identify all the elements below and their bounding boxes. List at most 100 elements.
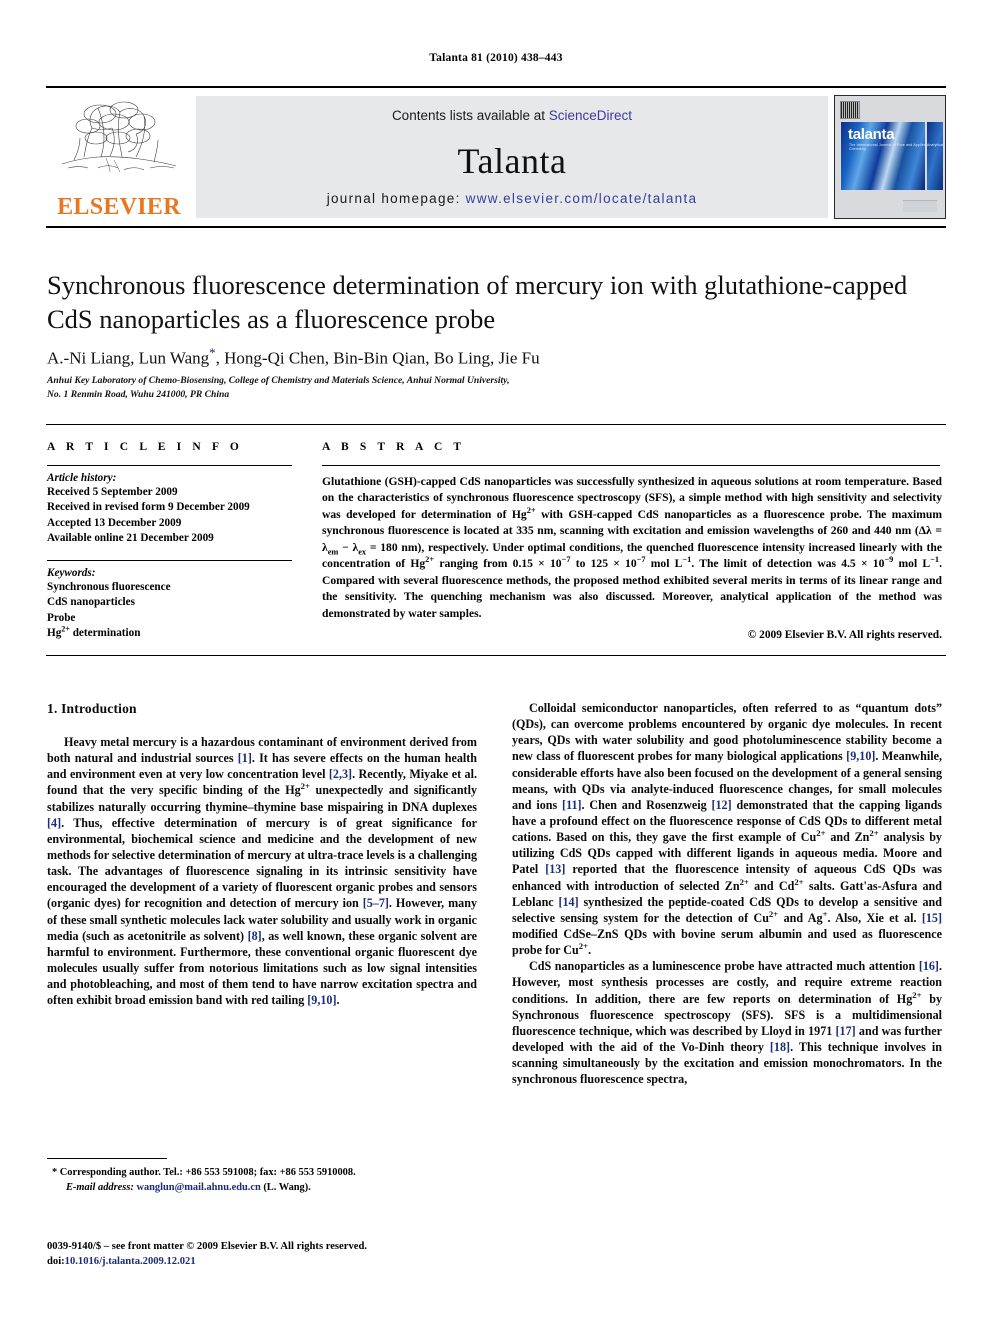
cover-journal-title: talanta bbox=[848, 126, 895, 143]
article-info-heading: A R T I C L E I N F O bbox=[47, 441, 243, 453]
email-suffix: (L. Wang). bbox=[260, 1181, 311, 1193]
right-sup-cu2: 2+ bbox=[768, 908, 779, 919]
article-history-label: Article history: bbox=[47, 472, 117, 484]
abstract-column: A B S T R A C T Glutathione (GSH)-capped… bbox=[322, 441, 942, 641]
paragraph-right-1: Colloidal semiconductor nanoparticles, o… bbox=[512, 700, 942, 958]
abstract-sup-1: 2+ bbox=[526, 506, 536, 516]
keyword-4-prefix: Hg bbox=[47, 627, 62, 640]
citation-8[interactable]: [8] bbox=[248, 929, 262, 943]
body-column-right: Colloidal semiconductor nanoparticles, o… bbox=[512, 700, 942, 1087]
keywords-rule bbox=[47, 559, 292, 561]
citation-2-3[interactable]: [2,3] bbox=[329, 767, 352, 781]
right-sup-cu3: 2+ bbox=[578, 941, 589, 952]
abstract-sup-6: −9 bbox=[884, 555, 894, 565]
abstract-sup-5: −1 bbox=[682, 555, 692, 565]
article-info-column: A R T I C L E I N F O Article history: R… bbox=[47, 441, 292, 642]
keyword-4-suffix: determination bbox=[69, 627, 141, 640]
abstract-heading: A B S T R A C T bbox=[322, 441, 466, 453]
email-label: E-mail address: bbox=[66, 1181, 134, 1193]
elsevier-tree-icon bbox=[61, 101, 177, 173]
left-sup-hg: 2+ bbox=[300, 781, 310, 792]
keyword-4: Hg2+ determination bbox=[47, 624, 292, 641]
right-seg-e: and Zn bbox=[825, 830, 870, 845]
abstract-copyright: © 2009 Elsevier B.V. All rights reserved… bbox=[747, 629, 942, 642]
right-sup-cd: 2+ bbox=[794, 876, 804, 887]
doi-link[interactable]: 10.1016/j.talanta.2009.12.021 bbox=[65, 1256, 196, 1267]
info-abstract-band: A R T I C L E I N F O Article history: R… bbox=[46, 424, 946, 656]
keywords-label: Keywords: bbox=[47, 566, 96, 579]
contents-prefix: Contents lists available at bbox=[391, 108, 549, 123]
citation-13[interactable]: [13] bbox=[545, 862, 565, 876]
journal-title: Talanta bbox=[457, 141, 567, 181]
right2-seg-a: CdS nanoparticles as a luminescence prob… bbox=[529, 959, 919, 974]
abstract-seg-7: mol L bbox=[645, 557, 683, 571]
citation-16[interactable]: [16] bbox=[919, 959, 939, 973]
affiliation-line-2: No. 1 Renmin Road, Wuhu 241000, PR China bbox=[47, 388, 230, 400]
citation-9-10[interactable]: [9,10] bbox=[307, 993, 336, 1007]
cover-publisher-mark bbox=[903, 200, 937, 212]
affiliation-line-1: Anhui Key Laboratory of Chemo-Biosensing… bbox=[47, 375, 510, 386]
abstract-rule bbox=[322, 465, 940, 466]
homepage-prefix: journal homepage: bbox=[326, 191, 466, 206]
right-seg-c: . Chen and Rosenzweig bbox=[581, 797, 712, 812]
email-link[interactable]: wanglun@mail.ahnu.edu.cn bbox=[136, 1182, 260, 1193]
abstract-body: Glutathione (GSH)-capped CdS nanoparticl… bbox=[322, 474, 942, 622]
right-sup-zn: 2+ bbox=[869, 828, 879, 839]
email-line: E-mail address: wanglun@mail.ahnu.edu.cn… bbox=[47, 1181, 477, 1196]
citation-5-7[interactable]: [5–7] bbox=[363, 896, 389, 910]
paragraph-right-2: CdS nanoparticles as a luminescence prob… bbox=[512, 958, 942, 1087]
paper-page: Talanta 81 (2010) 438–443 ELSEVIER Conte… bbox=[0, 0, 992, 1323]
abstract-seg-8: . The limit of detection was 4.5 × 10 bbox=[691, 557, 885, 571]
citation-12[interactable]: [12] bbox=[711, 798, 731, 812]
journal-masthead: ELSEVIER Contents lists available at Sci… bbox=[46, 86, 946, 228]
imprint-block: 0039-9140/$ – see front matter © 2009 El… bbox=[47, 1239, 477, 1270]
cover-artwork-edge bbox=[927, 122, 943, 190]
contents-available-line: Contents lists available at ScienceDirec… bbox=[196, 108, 828, 123]
abstract-sup-3: −7 bbox=[561, 555, 571, 565]
citation-4[interactable]: [4] bbox=[47, 816, 61, 830]
citation-15[interactable]: [15] bbox=[922, 911, 942, 925]
citation-r9-10[interactable]: [9,10] bbox=[846, 749, 875, 763]
right2-sup-hg: 2+ bbox=[912, 989, 922, 1000]
keyword-3: Probe bbox=[47, 611, 76, 624]
right-seg-h: and Cd bbox=[748, 878, 795, 893]
journal-cover-thumbnail: talanta The International Journal of Pur… bbox=[834, 95, 946, 219]
corresponding-author-footnote: * Corresponding author. Tel.: +86 553 59… bbox=[47, 1166, 477, 1196]
right-seg-m: modified CdSe–ZnS QDs with bovine serum … bbox=[512, 926, 942, 958]
elsevier-logo: ELSEVIER bbox=[46, 88, 192, 226]
citation-1[interactable]: [1] bbox=[238, 751, 252, 765]
abstract-sup-4: −7 bbox=[636, 555, 646, 565]
abstract-seg-5: ranging from 0.15 × 10 bbox=[434, 557, 562, 571]
article-info-rule bbox=[47, 465, 292, 466]
keyword-4-charge: 2+ bbox=[61, 624, 70, 634]
journal-homepage-link[interactable]: www.elsevier.com/locate/talanta bbox=[466, 191, 698, 206]
issn-copyright-line: 0039-9140/$ – see front matter © 2009 El… bbox=[47, 1241, 367, 1252]
contents-banner: Contents lists available at ScienceDirec… bbox=[196, 96, 828, 218]
sciencedirect-link[interactable]: ScienceDirect bbox=[549, 108, 632, 123]
history-revised: Received in revised form 9 December 2009 bbox=[47, 501, 250, 514]
history-received: Received 5 September 2009 bbox=[47, 486, 178, 498]
paragraph-left-1: Heavy metal mercury is a hazardous conta… bbox=[47, 734, 477, 1008]
article-authors: A.-Ni Liang, Lun Wang*, Hong-Qi Chen, Bi… bbox=[47, 345, 927, 369]
abstract-seg-6: to 125 × 10 bbox=[570, 557, 637, 571]
right-seg-n: . bbox=[588, 943, 592, 958]
abstract-sup-2: 2+ bbox=[425, 555, 435, 565]
right-sup-cu: 2+ bbox=[816, 828, 826, 839]
abstract-sup-7: −1 bbox=[930, 555, 940, 565]
cover-journal-subtitle: The International Journal of Pure and Ap… bbox=[849, 143, 944, 151]
elsevier-wordmark: ELSEVIER bbox=[57, 194, 181, 220]
citation-17[interactable]: [17] bbox=[836, 1024, 856, 1038]
abstract-sub-ex: ex bbox=[358, 547, 367, 557]
running-head: Talanta 81 (2010) 438–443 bbox=[429, 52, 563, 64]
left-seg-h: . bbox=[336, 993, 340, 1008]
body-column-left: 1. Introduction Heavy metal mercury is a… bbox=[47, 700, 477, 1008]
citation-14[interactable]: [14] bbox=[558, 895, 578, 909]
doi-label: doi: bbox=[47, 1256, 65, 1268]
keyword-1: Synchronous fluorescence bbox=[47, 580, 171, 593]
citation-18[interactable]: [18] bbox=[770, 1040, 790, 1054]
barcode-icon bbox=[840, 101, 860, 119]
citation-11[interactable]: [11] bbox=[562, 798, 581, 812]
abstract-sub-em: em bbox=[327, 547, 339, 557]
article-title: Synchronous fluorescence determination o… bbox=[47, 270, 908, 335]
